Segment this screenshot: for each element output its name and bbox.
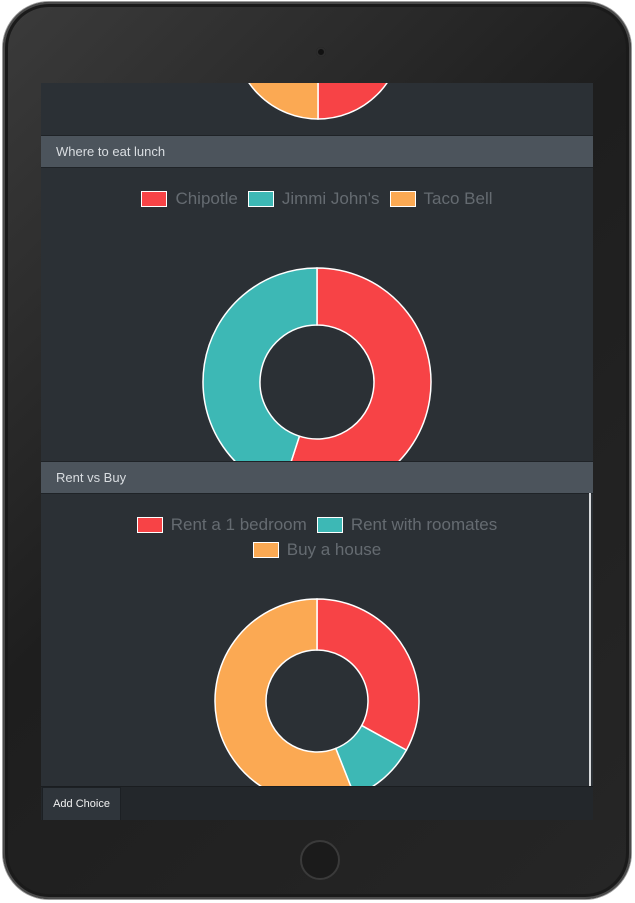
panel-header[interactable]: Rent vs Buy <box>41 461 593 494</box>
home-button[interactable] <box>300 840 340 880</box>
poll-panel-top <box>41 83 593 135</box>
add-choice-button[interactable]: Add Choice <box>42 787 121 820</box>
donut-slice[interactable] <box>316 598 420 752</box>
donut-chart-lunch <box>202 267 432 461</box>
panel-header[interactable]: Where to eat lunch <box>41 135 593 168</box>
poll-panel-rent: Rent vs Buy Rent a 1 bedroom Rent with ro… <box>41 461 593 786</box>
donut-slice[interactable] <box>234 83 319 120</box>
donut-slice[interactable] <box>317 83 402 120</box>
donut-chart-top <box>234 83 402 120</box>
donut-slice[interactable] <box>202 267 318 461</box>
scrollbar[interactable] <box>589 493 591 818</box>
panel-title: Rent vs Buy <box>56 470 127 485</box>
app-screen: Where to eat lunch Chipotle Jimmi John's T… <box>41 83 593 820</box>
panel-title: Where to eat lunch <box>56 144 166 159</box>
donut-chart-rent <box>214 598 420 786</box>
footer-bar: Add Choice <box>41 786 593 820</box>
camera-icon <box>316 47 326 57</box>
poll-panel-lunch: Where to eat lunch Chipotle Jimmi John's T… <box>41 135 593 461</box>
